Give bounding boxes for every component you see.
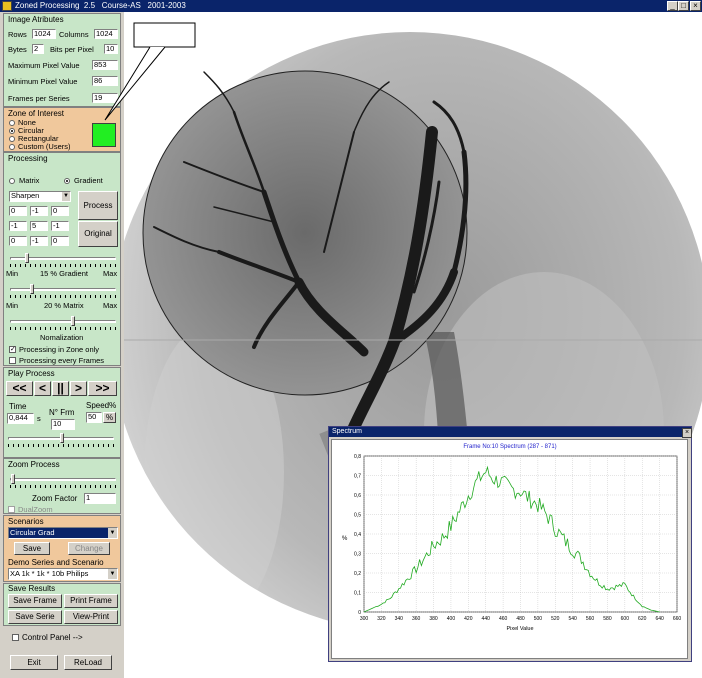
x-tick-label: 620: [638, 616, 647, 622]
x-tick-label: 600: [621, 616, 630, 622]
y-tick-label: 0,5: [354, 513, 361, 519]
y-tick-label: 0,6: [354, 493, 361, 499]
chart-title: Frame No:10 Spectrum (287 - 871): [463, 444, 556, 450]
x-axis-label: Pixel Value: [506, 626, 533, 632]
x-tick-label: 320: [377, 616, 386, 622]
x-tick-label: 460: [499, 616, 508, 622]
spectrum-chart: Frame No:10 Spectrum (287 - 871) % Pixel…: [342, 444, 682, 632]
x-tick-label: 420: [464, 616, 473, 622]
x-tick-label: 480: [516, 616, 525, 622]
y-tick-label: 0,3: [354, 552, 361, 558]
y-tick-label: 0,8: [354, 454, 361, 460]
x-tick-label: 640: [655, 616, 664, 622]
x-tick-label: 400: [447, 616, 456, 622]
x-tick-label: 300: [360, 616, 369, 622]
x-tick-label: 540: [568, 616, 577, 622]
x-tick-label: 660: [673, 616, 682, 622]
x-tick-label: 440: [482, 616, 491, 622]
x-tick-label: 520: [551, 616, 560, 622]
y-tick-label: 0,2: [354, 571, 361, 577]
spectrum-close-icon[interactable]: ×: [682, 428, 692, 438]
spectrum-titlebar: Spectrum: [329, 427, 691, 437]
spectrum-title: Spectrum: [332, 428, 362, 435]
spectrum-window[interactable]: Spectrum × Frame No:10 Spectrum (287 - 8…: [328, 426, 692, 662]
x-tick-label: 360: [412, 616, 421, 622]
y-tick-label: 0,4: [354, 532, 361, 538]
y-axis-label: %: [342, 536, 348, 542]
y-tick-label: 0,7: [354, 474, 361, 480]
x-tick-label: 560: [586, 616, 595, 622]
spectrum-plot-area: Frame No:10 Spectrum (287 - 871) % Pixel…: [331, 439, 688, 659]
x-tick-label: 340: [395, 616, 404, 622]
y-tick-label: 0,1: [354, 591, 361, 597]
x-tick-label: 580: [603, 616, 612, 622]
x-tick-label: 500: [534, 616, 543, 622]
x-tick-label: 380: [429, 616, 438, 622]
callout-pointer: [104, 46, 166, 121]
callout-box: [133, 22, 196, 48]
spectrum-series-line: [363, 465, 660, 613]
